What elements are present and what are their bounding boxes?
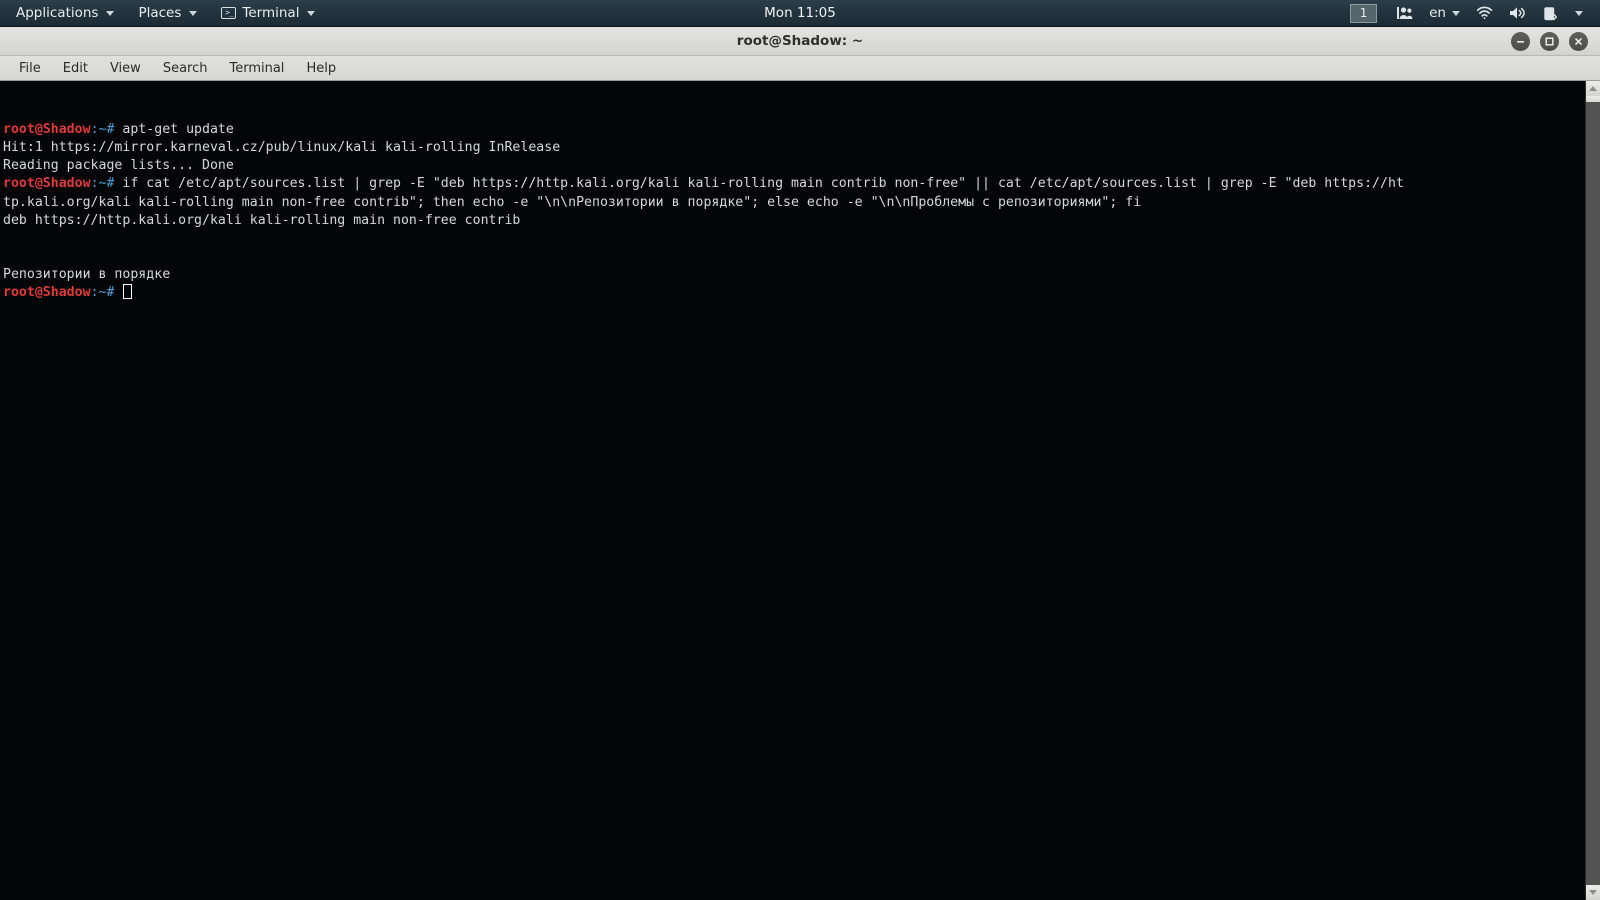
terminal-window-menu-label: Terminal [242, 5, 300, 21]
language-label: en [1429, 5, 1446, 21]
terminal-screen[interactable]: root@Shadow:~# apt-get update Hit:1 https… [0, 81, 1585, 900]
chevron-down-icon [1452, 10, 1460, 16]
terminal-line: root@Shadow:~# apt-get update [3, 121, 1585, 139]
terminal-output-text: deb https://http.kali.org/kali kali-roll… [3, 212, 521, 228]
minimize-button[interactable] [1511, 32, 1530, 51]
terminal-output: root@Shadow:~# apt-get update Hit:1 https… [3, 121, 1585, 302]
top-panel: Applications Places >_ Terminal Mon 11:0… [0, 0, 1600, 27]
places-menu-label: Places [138, 5, 182, 21]
terminal-output-text: Репозитории в порядке [3, 266, 171, 282]
close-button[interactable] [1569, 32, 1588, 51]
scrollbar-up-button[interactable] [1586, 81, 1600, 96]
window-controls [1511, 27, 1588, 56]
wifi-icon[interactable] [1469, 0, 1500, 27]
menu-terminal[interactable]: Terminal [218, 59, 295, 78]
window-title-bar[interactable]: root@Shadow: ~ [0, 27, 1600, 56]
workspace-number: 1 [1359, 6, 1368, 20]
menu-help[interactable]: Help [295, 59, 347, 78]
prompt-symbol: :~# [90, 285, 115, 301]
terminal-line: root@Shadow:~# [3, 284, 1585, 302]
terminal-icon: >_ [221, 7, 237, 19]
terminal-command: apt-get update [114, 122, 234, 138]
chevron-down-icon [1575, 10, 1583, 16]
menu-bar: File Edit View Search Terminal Help [0, 56, 1600, 81]
prompt-user: root@Shadow [3, 122, 91, 138]
terminal-output-text: tp.kali.org/kali kali-rolling main non-f… [3, 194, 1142, 210]
chevron-down-icon [307, 10, 316, 16]
terminal-output-text: Hit:1 https://mirror.karneval.cz/pub/lin… [3, 140, 561, 156]
prompt-user: root@Shadow [3, 285, 91, 301]
prompt-symbol: :~# [90, 122, 115, 138]
menu-file[interactable]: File [8, 59, 52, 78]
scrollbar-down-button[interactable] [1586, 885, 1600, 900]
terminal-cursor [123, 284, 133, 300]
terminal-scrollbar[interactable] [1585, 81, 1600, 900]
terminal-output-text: Reading package lists... Done [3, 158, 234, 174]
terminal-window: root@Shadow: ~ File Edit View Search Ter… [0, 27, 1600, 900]
chevron-down-icon [106, 10, 115, 16]
terminal-line: tp.kali.org/kali kali-rolling main non-f… [3, 194, 1585, 212]
battery-icon[interactable] [1536, 0, 1564, 27]
terminal-line: Reading package lists... Done [3, 157, 1585, 175]
prompt-symbol: :~# [90, 176, 115, 192]
chevron-up-icon [1589, 86, 1597, 91]
terminal-command [114, 285, 122, 300]
workspace-switcher[interactable]: 1 [1350, 3, 1378, 23]
terminal-line: deb https://http.kali.org/kali kali-roll… [3, 212, 1585, 230]
maximize-button[interactable] [1540, 32, 1559, 51]
panel-menu-group: Applications Places >_ Terminal [4, 0, 327, 27]
scrollbar-track[interactable] [1586, 102, 1600, 885]
chevron-down-icon [1589, 890, 1597, 895]
terminal-command: if cat /etc/apt/sources.list | grep -E "… [114, 176, 1404, 192]
terminal-line: Репозитории в порядке [3, 266, 1585, 284]
chevron-down-icon [189, 10, 198, 16]
window-title: root@Shadow: ~ [736, 33, 864, 49]
users-icon[interactable] [1389, 0, 1420, 27]
volume-icon[interactable] [1502, 0, 1534, 27]
menu-search[interactable]: Search [152, 59, 219, 78]
terminal-body: root@Shadow:~# apt-get update Hit:1 https… [0, 81, 1600, 900]
terminal-window-menu[interactable]: >_ Terminal [209, 0, 327, 27]
menu-edit[interactable]: Edit [52, 59, 99, 78]
applications-menu[interactable]: Applications [4, 0, 126, 27]
applications-menu-label: Applications [16, 5, 99, 21]
prompt-user: root@Shadow [3, 176, 91, 192]
places-menu[interactable]: Places [126, 0, 209, 27]
language-selector[interactable]: en [1422, 0, 1467, 27]
terminal-line: Hit:1 https://mirror.karneval.cz/pub/lin… [3, 139, 1585, 157]
terminal-line: root@Shadow:~# if cat /etc/apt/sources.l… [3, 175, 1585, 193]
tray-chevron-down-icon[interactable] [1566, 0, 1590, 27]
system-tray: 1 en [1350, 0, 1600, 27]
menu-view[interactable]: View [99, 59, 152, 78]
